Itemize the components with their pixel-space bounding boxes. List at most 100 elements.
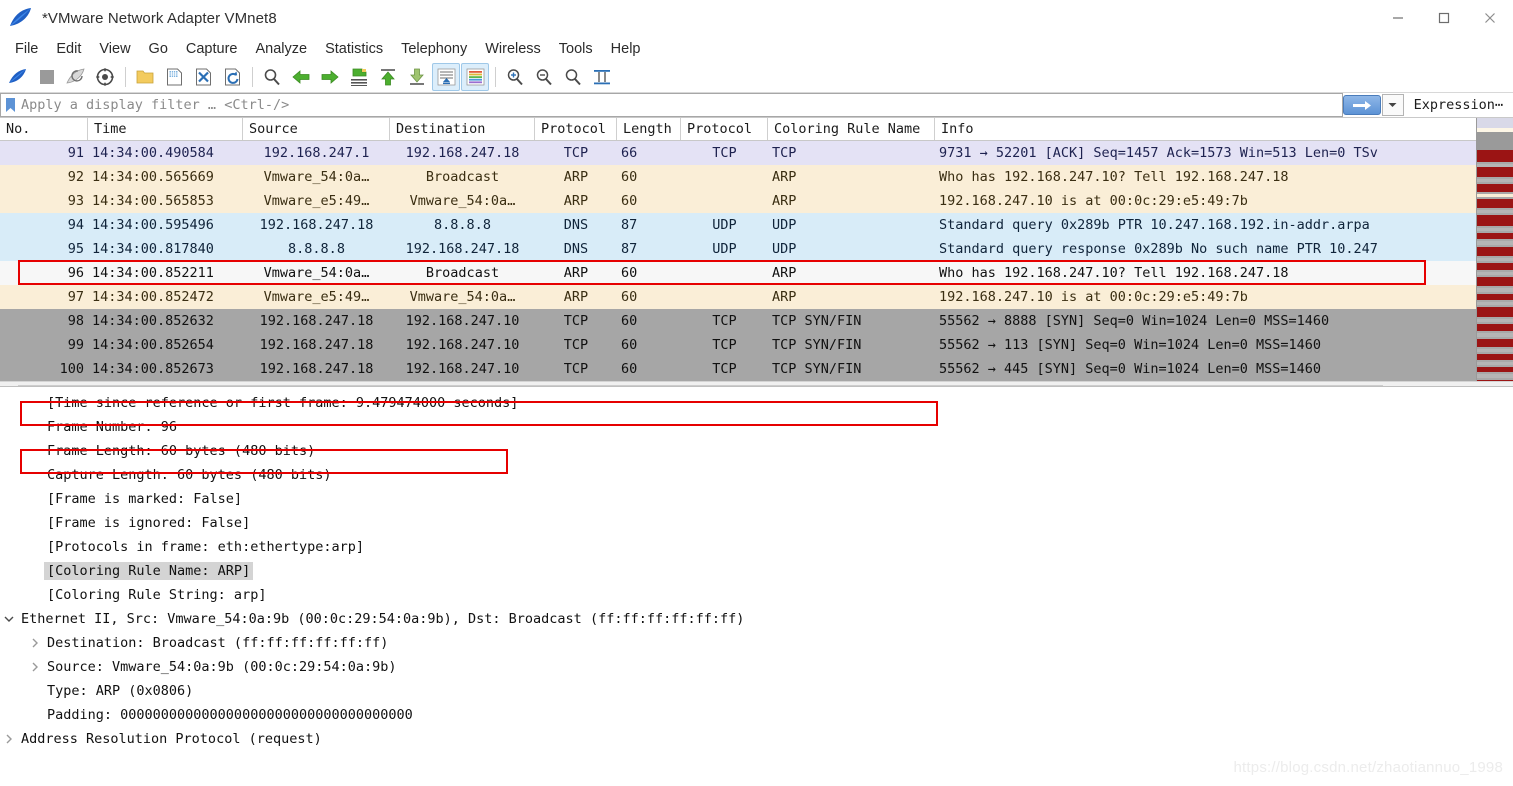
menu-item-wireless[interactable]: Wireless <box>476 39 550 59</box>
detail-line[interactable]: Frame Number: 96 <box>0 415 1513 439</box>
apply-filter-button[interactable] <box>1342 95 1381 115</box>
detail-line[interactable]: Type: ARP (0x0806) <box>0 679 1513 703</box>
zoom-reset-icon[interactable] <box>559 63 587 91</box>
minimap-bar <box>1477 362 1513 365</box>
detail-line-text: Frame Number: 96 <box>47 419 178 435</box>
stop-capture-button[interactable] <box>33 63 61 91</box>
chevron-right-icon[interactable] <box>0 734 18 744</box>
column-header-time[interactable]: Time <box>88 118 243 140</box>
detail-line-text: Frame Length: 60 bytes (480 bits) <box>47 443 316 459</box>
start-capture-button[interactable] <box>4 63 32 91</box>
packet-cell-coloring: ARP <box>772 265 797 281</box>
autoscroll-icon[interactable] <box>432 63 460 91</box>
display-filter-input[interactable]: Apply a display filter … <Ctrl-/> <box>0 93 1343 117</box>
filter-dropdown-button[interactable] <box>1381 94 1404 116</box>
packet-row[interactable]: 95 14:34:00.817840 8.8.8.8 192.168.247.18 DN… <box>0 237 1476 261</box>
packet-row[interactable]: 94 14:34:00.595496 192.168.247.18 8.8.8.8 DN… <box>0 213 1476 237</box>
packet-cell-time: 14:34:00.490584 <box>92 145 214 161</box>
menu-item-file[interactable]: File <box>6 39 47 59</box>
restart-capture-button[interactable] <box>62 63 90 91</box>
column-header-source[interactable]: Source <box>243 118 390 140</box>
go-to-last-packet-icon[interactable] <box>403 63 431 91</box>
detail-line[interactable]: [Coloring Rule Name: ARP] <box>0 559 1513 583</box>
colorize-packets-icon[interactable] <box>461 63 489 91</box>
column-header-protocol2[interactable]: Protocol <box>681 118 768 140</box>
reload-file-icon[interactable] <box>218 63 246 91</box>
detail-line-text: [Coloring Rule Name: ARP] <box>44 562 254 580</box>
detail-line-text: Type: ARP (0x0806) <box>47 683 194 699</box>
bookmark-icon[interactable] <box>1 95 19 115</box>
zoom-out-icon[interactable] <box>530 63 558 91</box>
zoom-in-icon[interactable] <box>501 63 529 91</box>
detail-line[interactable]: Frame Length: 60 bytes (480 bits) <box>0 439 1513 463</box>
packet-row[interactable]: 100 14:34:00.852673 192.168.247.18 192.168.… <box>0 357 1476 381</box>
chevron-right-icon[interactable] <box>26 662 44 672</box>
close-button[interactable] <box>1467 0 1513 36</box>
menu-item-view[interactable]: View <box>90 39 139 59</box>
packet-cell-destination: 192.168.247.10 <box>405 313 520 329</box>
find-packet-magnifier-icon[interactable] <box>258 63 286 91</box>
resize-columns-icon[interactable] <box>588 63 616 91</box>
open-file-folder-icon[interactable] <box>131 63 159 91</box>
column-header-destination[interactable]: Destination <box>390 118 535 140</box>
window-title: *VMware Network Adapter VMnet8 <box>42 9 277 27</box>
maximize-button[interactable] <box>1421 0 1467 36</box>
packet-row[interactable]: 98 14:34:00.852632 192.168.247.18 192.168.2… <box>0 309 1476 333</box>
packet-row[interactable]: 91 14:34:00.490584 192.168.247.1 192.168.24… <box>0 141 1476 165</box>
menu-item-help[interactable]: Help <box>602 39 650 59</box>
menu-item-tools[interactable]: Tools <box>550 39 602 59</box>
detail-line[interactable]: Padding: 0000000000000000000000000000000… <box>0 703 1513 727</box>
packet-row[interactable]: 92 14:34:00.565669 Vmware_54:0a… Broadcast A… <box>0 165 1476 189</box>
minimize-button[interactable] <box>1375 0 1421 36</box>
minimap-bar <box>1477 374 1513 378</box>
column-header-protocol[interactable]: Protocol <box>535 118 617 140</box>
column-header-coloring[interactable]: Coloring Rule Name <box>768 118 935 140</box>
packet-row[interactable]: 93 14:34:00.565853 Vmware_e5:49… Vmware_54:… <box>0 189 1476 213</box>
packet-cell-info: Who has 192.168.247.10? Tell 192.168.247… <box>939 265 1289 281</box>
menu-item-edit[interactable]: Edit <box>47 39 90 59</box>
packet-cell-length: 60 <box>621 169 638 185</box>
packet-cell-no: 94 <box>67 217 84 233</box>
packet-row[interactable]: 96 14:34:00.852211 Vmware_54:0a… Broadcast A… <box>0 261 1476 285</box>
packet-cell-info: Who has 192.168.247.10? Tell 192.168.247… <box>939 169 1289 185</box>
capture-options-gear-icon[interactable] <box>91 63 119 91</box>
menu-item-capture[interactable]: Capture <box>177 39 247 59</box>
chevron-right-icon[interactable] <box>26 638 44 648</box>
column-header-no[interactable]: No. <box>0 118 88 140</box>
detail-line[interactable]: [Time since reference or first frame: 9.… <box>0 391 1513 415</box>
menu-item-telephony[interactable]: Telephony <box>392 39 476 59</box>
packet-cell-source: 192.168.247.18 <box>259 337 374 353</box>
column-header-info[interactable]: Info <box>935 118 1476 140</box>
packet-row[interactable]: 99 14:34:00.852654 192.168.247.18 192.168.2… <box>0 333 1476 357</box>
window-controls <box>1375 0 1513 36</box>
packet-row[interactable]: 97 14:34:00.852472 Vmware_e5:49… Vmware_54:… <box>0 285 1476 309</box>
packet-cell-source: Vmware_e5:49… <box>263 289 370 305</box>
packet-cell-time: 14:34:00.852654 <box>92 337 214 353</box>
detail-line-text: Destination: Broadcast (ff:ff:ff:ff:ff:f… <box>47 635 389 651</box>
detail-line[interactable]: Destination: Broadcast (ff:ff:ff:ff:ff:f… <box>0 631 1513 655</box>
detail-line[interactable]: Capture Length: 60 bytes (480 bits) <box>0 463 1513 487</box>
go-forward-arrow-right-icon[interactable] <box>316 63 344 91</box>
packet-list-minimap-scrollbar[interactable] <box>1476 118 1513 381</box>
menu-item-statistics[interactable]: Statistics <box>316 39 392 59</box>
packet-cell-destination: Broadcast <box>425 265 500 281</box>
menu-item-analyze[interactable]: Analyze <box>246 39 316 59</box>
chevron-down-icon[interactable] <box>0 614 18 624</box>
menu-item-go[interactable]: Go <box>140 39 177 59</box>
filter-expression-button[interactable]: Expression⋯ <box>1406 93 1513 117</box>
detail-line[interactable]: Source: Vmware_54:0a:9b (00:0c:29:54:0a:… <box>0 655 1513 679</box>
detail-line[interactable]: Address Resolution Protocol (request) <box>0 727 1513 751</box>
detail-line[interactable]: [Coloring Rule String: arp] <box>0 583 1513 607</box>
column-header-length[interactable]: Length <box>617 118 681 140</box>
close-document-icon[interactable] <box>189 63 217 91</box>
go-to-first-packet-icon[interactable] <box>374 63 402 91</box>
go-back-arrow-left-icon[interactable] <box>287 63 315 91</box>
minimap-bar <box>1477 247 1513 256</box>
detail-line[interactable]: [Frame is ignored: False] <box>0 511 1513 535</box>
detail-line[interactable]: [Protocols in frame: eth:ethertype:arp] <box>0 535 1513 559</box>
detail-line[interactable]: [Frame is marked: False] <box>0 487 1513 511</box>
save-document-icon[interactable] <box>160 63 188 91</box>
go-to-packet-icon[interactable] <box>345 63 373 91</box>
detail-line[interactable]: Ethernet II, Src: Vmware_54:0a:9b (00:0c… <box>0 607 1513 631</box>
packet-cell-coloring: TCP SYN/FIN <box>772 313 862 329</box>
